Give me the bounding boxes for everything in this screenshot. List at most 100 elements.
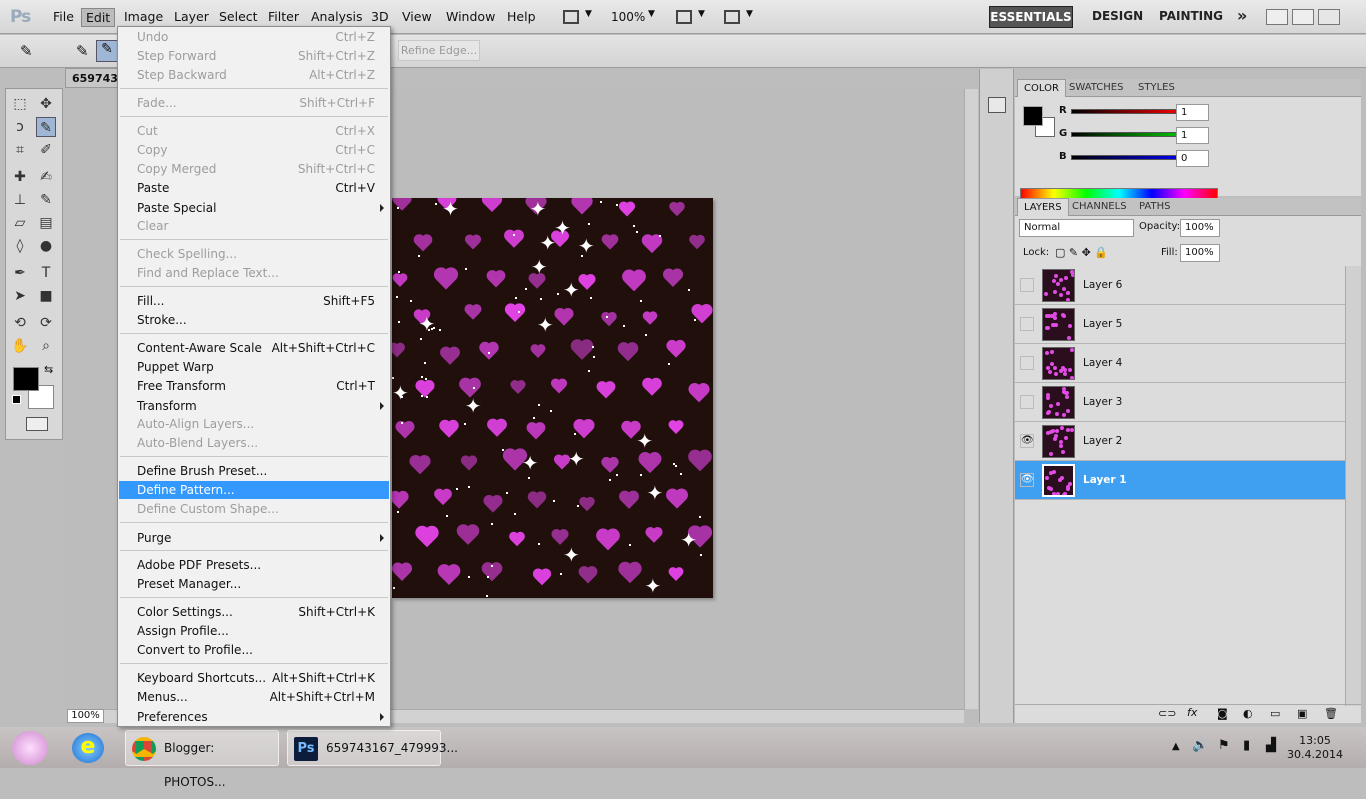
menu-item-copy[interactable]: Copy Ctrl+C [119, 141, 389, 159]
vertical-scrollbar[interactable] [964, 89, 978, 709]
blue-slider[interactable] [1071, 155, 1186, 160]
launch-bridge-icon[interactable] [563, 10, 579, 24]
menu-item-content-aware-scale[interactable]: Content-Aware Scale Alt+Shift+Ctrl+C [119, 339, 389, 357]
add-to-selection-icon[interactable]: ✎ [96, 40, 118, 62]
menu-item-preset-manager[interactable]: Preset Manager... [119, 575, 389, 593]
quick-mask-icon[interactable] [26, 417, 48, 431]
brush-tool-icon[interactable]: ✍ [36, 167, 56, 187]
menu-item-check-spelling[interactable]: Check Spelling... [119, 245, 389, 263]
new-selection-icon[interactable]: ✎ [76, 42, 89, 60]
menu-file[interactable]: File [53, 9, 74, 24]
menu-item-paste[interactable]: Paste Ctrl+V [119, 179, 389, 197]
tab-color[interactable]: COLOR [1017, 79, 1066, 97]
visibility-toggle[interactable] [1020, 317, 1034, 331]
history-panel-icon[interactable] [988, 97, 1006, 113]
layer-row[interactable]: 👁 Layer 2 [1015, 422, 1345, 461]
lasso-tool-icon[interactable]: ↄ [10, 117, 30, 137]
workspace-painting[interactable]: PAINTING [1159, 9, 1223, 23]
menu-image[interactable]: Image [124, 9, 163, 24]
menu-analysis[interactable]: Analysis [311, 9, 363, 24]
menu-item-define-brush[interactable]: Define Brush Preset... [119, 462, 389, 480]
dodge-tool-icon[interactable]: ● [36, 236, 56, 256]
eyedropper-tool-icon[interactable]: ✐ [36, 140, 56, 160]
menu-item-assign-profile[interactable]: Assign Profile... [119, 622, 389, 640]
internet-explorer-icon[interactable]: e [72, 733, 104, 763]
chevron-down-icon[interactable]: ▼ [746, 9, 753, 19]
workspace-essentials[interactable]: ESSENTIALS [989, 6, 1073, 28]
close-button[interactable] [1318, 9, 1340, 25]
tab-channels[interactable]: CHANNELS [1066, 198, 1133, 216]
menu-item-auto-blend[interactable]: Auto-Blend Layers... [119, 434, 389, 452]
start-button-icon[interactable] [12, 731, 48, 765]
pattern-artwork[interactable]: ✦ ✦ ✦ ✦ ✦ ✦ ✦ ✦ ✦ ✦ ✦ ✦ ✦ ✦ ✦ ✦ ✦ ✦ [392, 198, 713, 598]
menu-item-fade[interactable]: Fade... Shift+Ctrl+F [119, 94, 389, 112]
menu-item-clear[interactable]: Clear [119, 217, 389, 235]
move-tool-icon[interactable]: ✥ [36, 94, 56, 114]
menu-item-pdf-presets[interactable]: Adobe PDF Presets... [119, 556, 389, 574]
menu-3d[interactable]: 3D [371, 9, 389, 24]
clone-stamp-tool-icon[interactable]: ⊥ [10, 190, 30, 210]
more-workspaces-icon[interactable]: » [1237, 6, 1247, 25]
path-selection-tool-icon[interactable]: ➤ [10, 286, 30, 306]
menu-view[interactable]: View [402, 9, 432, 24]
menu-item-keyboard-shortcuts[interactable]: Keyboard Shortcuts... Alt+Shift+Ctrl+K [119, 669, 389, 687]
layer-style-icon[interactable]: fx [1187, 706, 1197, 719]
layer-row[interactable]: Layer 4 [1015, 344, 1345, 383]
power-icon[interactable]: ▮ [1243, 738, 1250, 753]
visibility-toggle[interactable]: 👁 [1020, 473, 1034, 487]
hand-tool-icon[interactable]: ✋ [10, 336, 30, 356]
add-mask-icon[interactable]: ◙ [1217, 707, 1228, 720]
menu-item-define-shape[interactable]: Define Custom Shape... [119, 500, 389, 518]
menu-filter[interactable]: Filter [268, 9, 299, 24]
chevron-down-icon[interactable]: ▼ [698, 9, 705, 19]
foreground-color-chip[interactable] [1023, 106, 1043, 126]
menu-item-transform[interactable]: Transform [119, 397, 389, 415]
menu-select[interactable]: Select [219, 9, 258, 24]
menu-item-undo[interactable]: Undo Ctrl+Z [119, 28, 389, 46]
green-slider[interactable] [1071, 132, 1186, 137]
menu-item-puppet-warp[interactable]: Puppet Warp [119, 358, 389, 376]
menu-item-color-settings[interactable]: Color Settings... Shift+Ctrl+K [119, 603, 389, 621]
document-tab[interactable]: 6597431 [65, 68, 126, 88]
chevron-down-icon[interactable]: ▼ [585, 9, 592, 19]
layer-row[interactable]: Layer 3 [1015, 383, 1345, 422]
shape-tool-icon[interactable]: ■ [36, 286, 56, 306]
menu-item-step-forward[interactable]: Step Forward Shift+Ctrl+Z [119, 47, 389, 65]
chevron-down-icon[interactable]: ▼ [648, 9, 655, 19]
visibility-toggle[interactable] [1020, 395, 1034, 409]
workspace-design[interactable]: DESIGN [1092, 9, 1143, 23]
quick-selection-tool-icon[interactable]: ✎ [36, 117, 56, 137]
foreground-color-swatch[interactable] [13, 367, 39, 391]
opacity-input[interactable]: 100% [1180, 219, 1220, 237]
screen-mode-icon[interactable] [724, 10, 740, 24]
menu-item-define-pattern[interactable]: Define Pattern... [119, 481, 389, 499]
tab-swatches[interactable]: SWATCHES [1063, 79, 1129, 97]
menu-item-auto-align[interactable]: Auto-Align Layers... [119, 415, 389, 433]
menu-layer[interactable]: Layer [174, 9, 209, 24]
menu-window[interactable]: Window [446, 9, 495, 24]
network-icon[interactable]: ▟ [1266, 738, 1276, 753]
menu-item-stroke[interactable]: Stroke... [119, 311, 389, 329]
menu-item-copy-merged[interactable]: Copy Merged Shift+Ctrl+C [119, 160, 389, 178]
taskbar-chrome[interactable]: Blogger: PHOTOS... [125, 730, 279, 789]
healing-brush-tool-icon[interactable]: ✚ [10, 167, 30, 187]
zoom-percent-field[interactable]: 100% [67, 709, 104, 723]
layer-row-selected[interactable]: 👁 Layer 1 [1015, 461, 1345, 500]
layers-scrollbar[interactable] [1345, 266, 1361, 706]
menu-item-paste-special[interactable]: Paste Special [119, 199, 389, 217]
volume-icon[interactable]: 🔊 [1192, 738, 1208, 753]
fill-input[interactable]: 100% [1180, 244, 1220, 262]
new-group-icon[interactable]: ▭ [1270, 707, 1280, 720]
visibility-toggle[interactable] [1020, 356, 1034, 370]
menu-item-step-backward[interactable]: Step Backward Alt+Ctrl+Z [119, 66, 389, 84]
swap-colors-icon[interactable]: ⇆ [44, 363, 53, 376]
restore-button[interactable] [1292, 9, 1314, 25]
menu-item-find-replace[interactable]: Find and Replace Text... [119, 264, 389, 282]
3d-rotate-tool-icon[interactable]: ⟲ [10, 313, 30, 333]
red-value-input[interactable]: 1 [1176, 104, 1209, 121]
blend-mode-select[interactable]: Normal [1019, 219, 1134, 237]
zoom-level[interactable]: 100% [611, 10, 645, 24]
green-value-input[interactable]: 1 [1176, 127, 1209, 144]
delete-layer-icon[interactable]: 🗑 [1324, 707, 1338, 720]
taskbar-photoshop[interactable]: Ps 659743167_479993... [287, 730, 458, 766]
